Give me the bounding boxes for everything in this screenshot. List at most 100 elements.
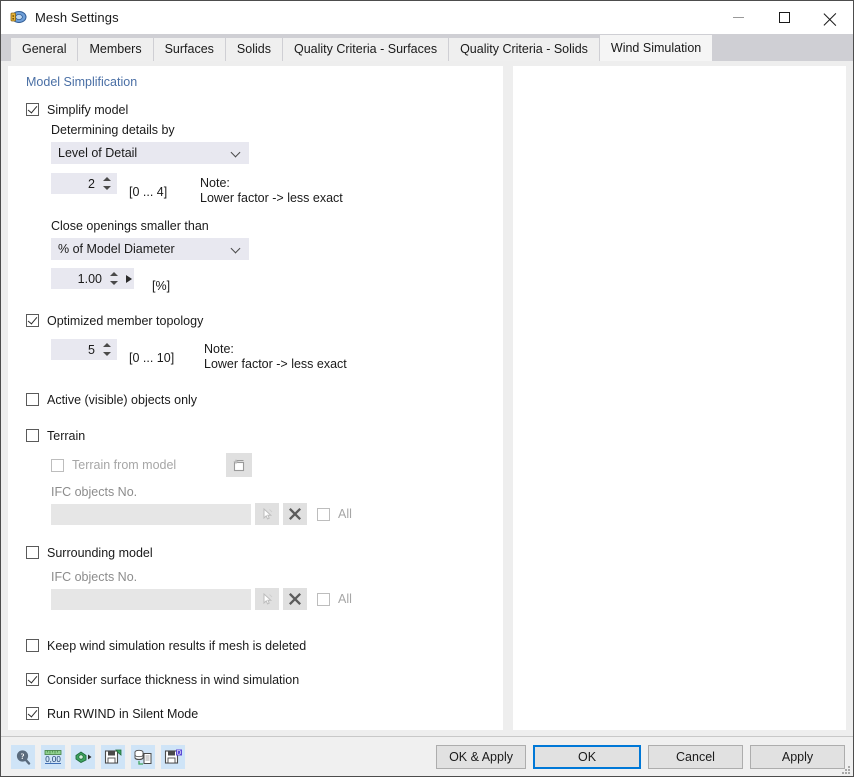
close-openings-stepper[interactable]: 1.00 (51, 268, 134, 289)
level-of-detail-value: 2 (88, 176, 95, 191)
close-button[interactable] (807, 1, 853, 34)
close-openings-unit: [%] (152, 279, 171, 293)
settings-panel: Model Simplification Simplify model Dete… (8, 66, 503, 730)
consider-thickness-checkbox[interactable] (26, 673, 39, 686)
simplify-model-checkbox[interactable] (26, 103, 39, 116)
minimize-button[interactable] (715, 1, 761, 34)
tab-quality-criteria-surfaces[interactable]: Quality Criteria - Surfaces (282, 38, 449, 61)
import-settings-icon[interactable] (131, 744, 155, 769)
optimized-member-topology-label: Optimized member topology (47, 313, 204, 328)
surrounding-all-checkbox[interactable] (317, 592, 330, 606)
tab-members[interactable]: Members (78, 38, 153, 61)
run-silent-checkbox[interactable] (26, 707, 39, 720)
simplify-model-label: Simplify model (47, 102, 129, 117)
checkbox-row-surrounding-model[interactable]: Surrounding model (26, 543, 503, 562)
tab-general[interactable]: General (11, 38, 78, 61)
optimized-member-topology-checkbox[interactable] (26, 314, 39, 327)
run-silent-label: Run RWIND in Silent Mode (47, 706, 199, 721)
optimized-member-topology-stepper[interactable]: 5 (51, 339, 117, 360)
close-icon (824, 11, 837, 24)
dialog-buttons: OK & Apply OK Cancel Apply (436, 744, 845, 769)
apply-button[interactable]: Apply (750, 744, 845, 769)
checkbox-row-simplify-model[interactable]: Simplify model (26, 100, 503, 119)
optimized-member-topology-value: 5 (88, 342, 95, 357)
checkbox-row-run-silent[interactable]: Run RWIND in Silent Mode (26, 704, 503, 723)
determining-details-by-combo[interactable]: Level of Detail (51, 142, 249, 164)
surrounding-ifc-objects-input[interactable] (51, 588, 251, 610)
chevron-down-icon (232, 245, 240, 253)
determining-details-by-value: Level of Detail (58, 146, 138, 160)
title-bar: Mesh Settings (1, 1, 853, 34)
close-openings-label: Close openings smaller than (51, 219, 209, 233)
stepper-arrows-icon[interactable] (101, 175, 113, 192)
determining-details-by-label: Determining details by (51, 123, 175, 137)
terrain-all-checkbox[interactable] (317, 507, 330, 521)
window-title: Mesh Settings (35, 10, 119, 25)
tab-solids[interactable]: Solids (225, 38, 282, 61)
terrain-checkbox[interactable] (26, 429, 39, 442)
tab-quality-criteria-solids[interactable]: Quality Criteria - Solids (449, 38, 599, 61)
settings-run-icon[interactable] (71, 744, 95, 769)
play-arrow-icon[interactable] (126, 274, 132, 283)
tab-surfaces[interactable]: Surfaces (153, 38, 225, 61)
terrain-clear-button[interactable] (283, 503, 307, 525)
save-settings-icon[interactable] (101, 744, 125, 769)
checkbox-row-active-objects-only[interactable]: Active (visible) objects only (26, 390, 503, 409)
footer-bar: ? 0,00 D OK & Apply OK Cancel Apply (1, 736, 853, 776)
window-controls (715, 1, 853, 34)
checkbox-row-terrain-from-model[interactable]: Terrain from model (51, 456, 176, 475)
stepper-arrows-icon[interactable] (108, 270, 120, 287)
checkbox-row-optimized-member-topology[interactable]: Optimized member topology (26, 311, 503, 330)
surrounding-clear-button[interactable] (283, 588, 307, 610)
mesh-settings-dialog: Mesh Settings General Members Surfaces S… (0, 0, 854, 777)
dialog-body: Model Simplification Simplify model Dete… (1, 61, 853, 736)
keep-results-label: Keep wind simulation results if mesh is … (47, 638, 307, 653)
terrain-ifc-objects-input[interactable] (51, 503, 251, 525)
level-of-detail-stepper[interactable]: 2 (51, 173, 117, 194)
optimized-member-topology-range: [0 ... 10] (129, 351, 175, 365)
surrounding-pick-objects-button[interactable] (255, 588, 279, 610)
level-of-detail-note-title: Note: (200, 176, 230, 190)
close-openings-value: % of Model Diameter (58, 242, 175, 256)
checkbox-row-terrain[interactable]: Terrain (26, 426, 503, 445)
terrain-ifc-objects-label: IFC objects No. (51, 485, 138, 499)
close-openings-combo[interactable]: % of Model Diameter (51, 238, 249, 260)
tab-bar: General Members Surfaces Solids Quality … (1, 34, 853, 61)
maximize-icon (778, 12, 790, 23)
level-of-detail-range: [0 ... 4] (129, 185, 168, 199)
section-title-model-simplification: Model Simplification (26, 75, 138, 89)
terrain-pick-objects-button[interactable] (255, 503, 279, 525)
consider-thickness-label: Consider surface thickness in wind simul… (47, 672, 300, 687)
svg-text:?: ? (21, 752, 25, 761)
active-objects-only-checkbox[interactable] (26, 393, 39, 406)
units-icon[interactable]: 0,00 (41, 744, 65, 769)
ok-button[interactable]: OK (533, 744, 641, 769)
surrounding-model-label: Surrounding model (47, 545, 153, 560)
close-openings-number: 1.00 (77, 271, 102, 286)
terrain-from-model-checkbox[interactable] (51, 458, 64, 472)
save-default-icon[interactable]: D (161, 744, 185, 769)
checkbox-row-terrain-all[interactable]: All (317, 505, 352, 524)
stepper-arrows-icon[interactable] (101, 341, 113, 358)
keep-results-checkbox[interactable] (26, 639, 39, 652)
terrain-from-model-label: Terrain from model (72, 458, 177, 472)
new-terrain-button[interactable] (226, 453, 253, 477)
help-icon[interactable]: ? (11, 744, 35, 769)
maximize-button[interactable] (761, 1, 807, 34)
checkbox-row-consider-thickness[interactable]: Consider surface thickness in wind simul… (26, 670, 503, 689)
ok-and-apply-button[interactable]: OK & Apply (436, 744, 526, 769)
cancel-button[interactable]: Cancel (648, 744, 743, 769)
footer-toolbar: ? 0,00 D (11, 744, 185, 769)
svg-text:0,00: 0,00 (45, 755, 61, 764)
checkbox-row-keep-results[interactable]: Keep wind simulation results if mesh is … (26, 636, 503, 655)
checkbox-row-surrounding-all[interactable]: All (317, 590, 352, 609)
preview-panel (513, 66, 846, 730)
level-of-detail-note-text: Lower factor -> less exact (200, 191, 343, 205)
resize-grip[interactable] (839, 763, 850, 774)
chevron-down-icon (232, 149, 240, 157)
active-objects-only-label: Active (visible) objects only (47, 392, 198, 407)
terrain-label: Terrain (47, 428, 86, 443)
surrounding-all-label: All (338, 592, 352, 606)
tab-wind-simulation[interactable]: Wind Simulation (599, 35, 713, 61)
surrounding-model-checkbox[interactable] (26, 546, 39, 559)
